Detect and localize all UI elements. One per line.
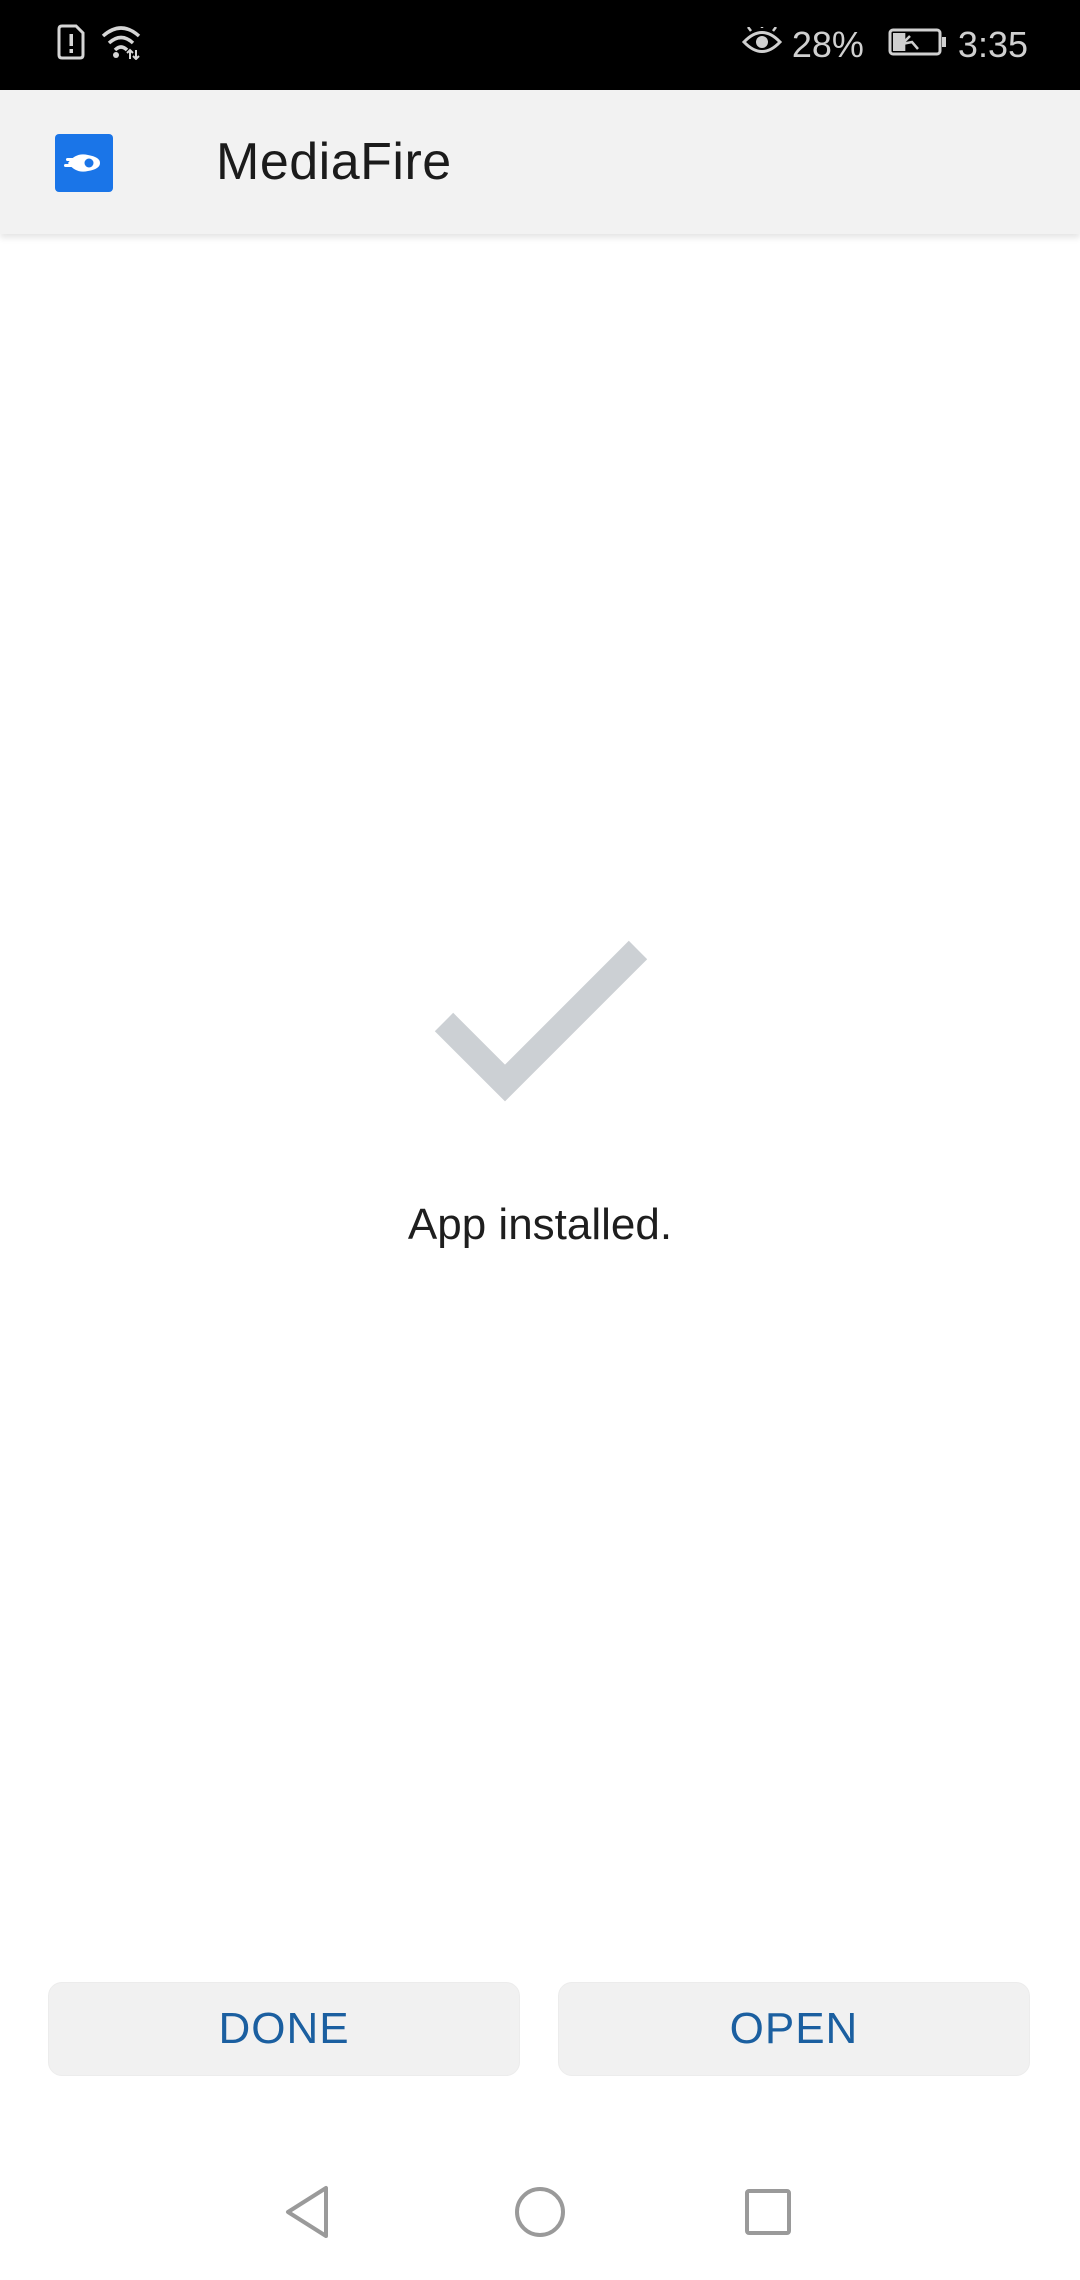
sim-alert-icon <box>56 24 86 65</box>
home-icon[interactable] <box>510 2182 570 2242</box>
status-left-icons <box>56 24 142 65</box>
recents-icon[interactable] <box>738 2182 798 2242</box>
mediafire-logo-icon <box>55 134 113 192</box>
eye-comfort-icon <box>741 24 782 66</box>
install-status-message: App installed. <box>407 1200 673 1249</box>
wifi-icon <box>100 24 142 65</box>
battery-charging-icon <box>888 24 948 66</box>
back-icon[interactable] <box>278 2182 338 2242</box>
checkmark-icon <box>432 940 652 1120</box>
app-bar: MediaFire <box>0 90 1080 234</box>
done-button[interactable]: DONE <box>48 1982 520 2076</box>
navigation-bar <box>0 2130 1080 2280</box>
battery-percent: 28% <box>791 24 864 65</box>
status-right-icons: 28% 3:35 <box>741 18 1028 72</box>
status-bar: 28% 3:35 <box>0 0 1080 90</box>
app-title: MediaFire <box>216 133 452 191</box>
open-button[interactable]: OPEN <box>558 1982 1030 2076</box>
clock: 3:35 <box>957 24 1028 65</box>
